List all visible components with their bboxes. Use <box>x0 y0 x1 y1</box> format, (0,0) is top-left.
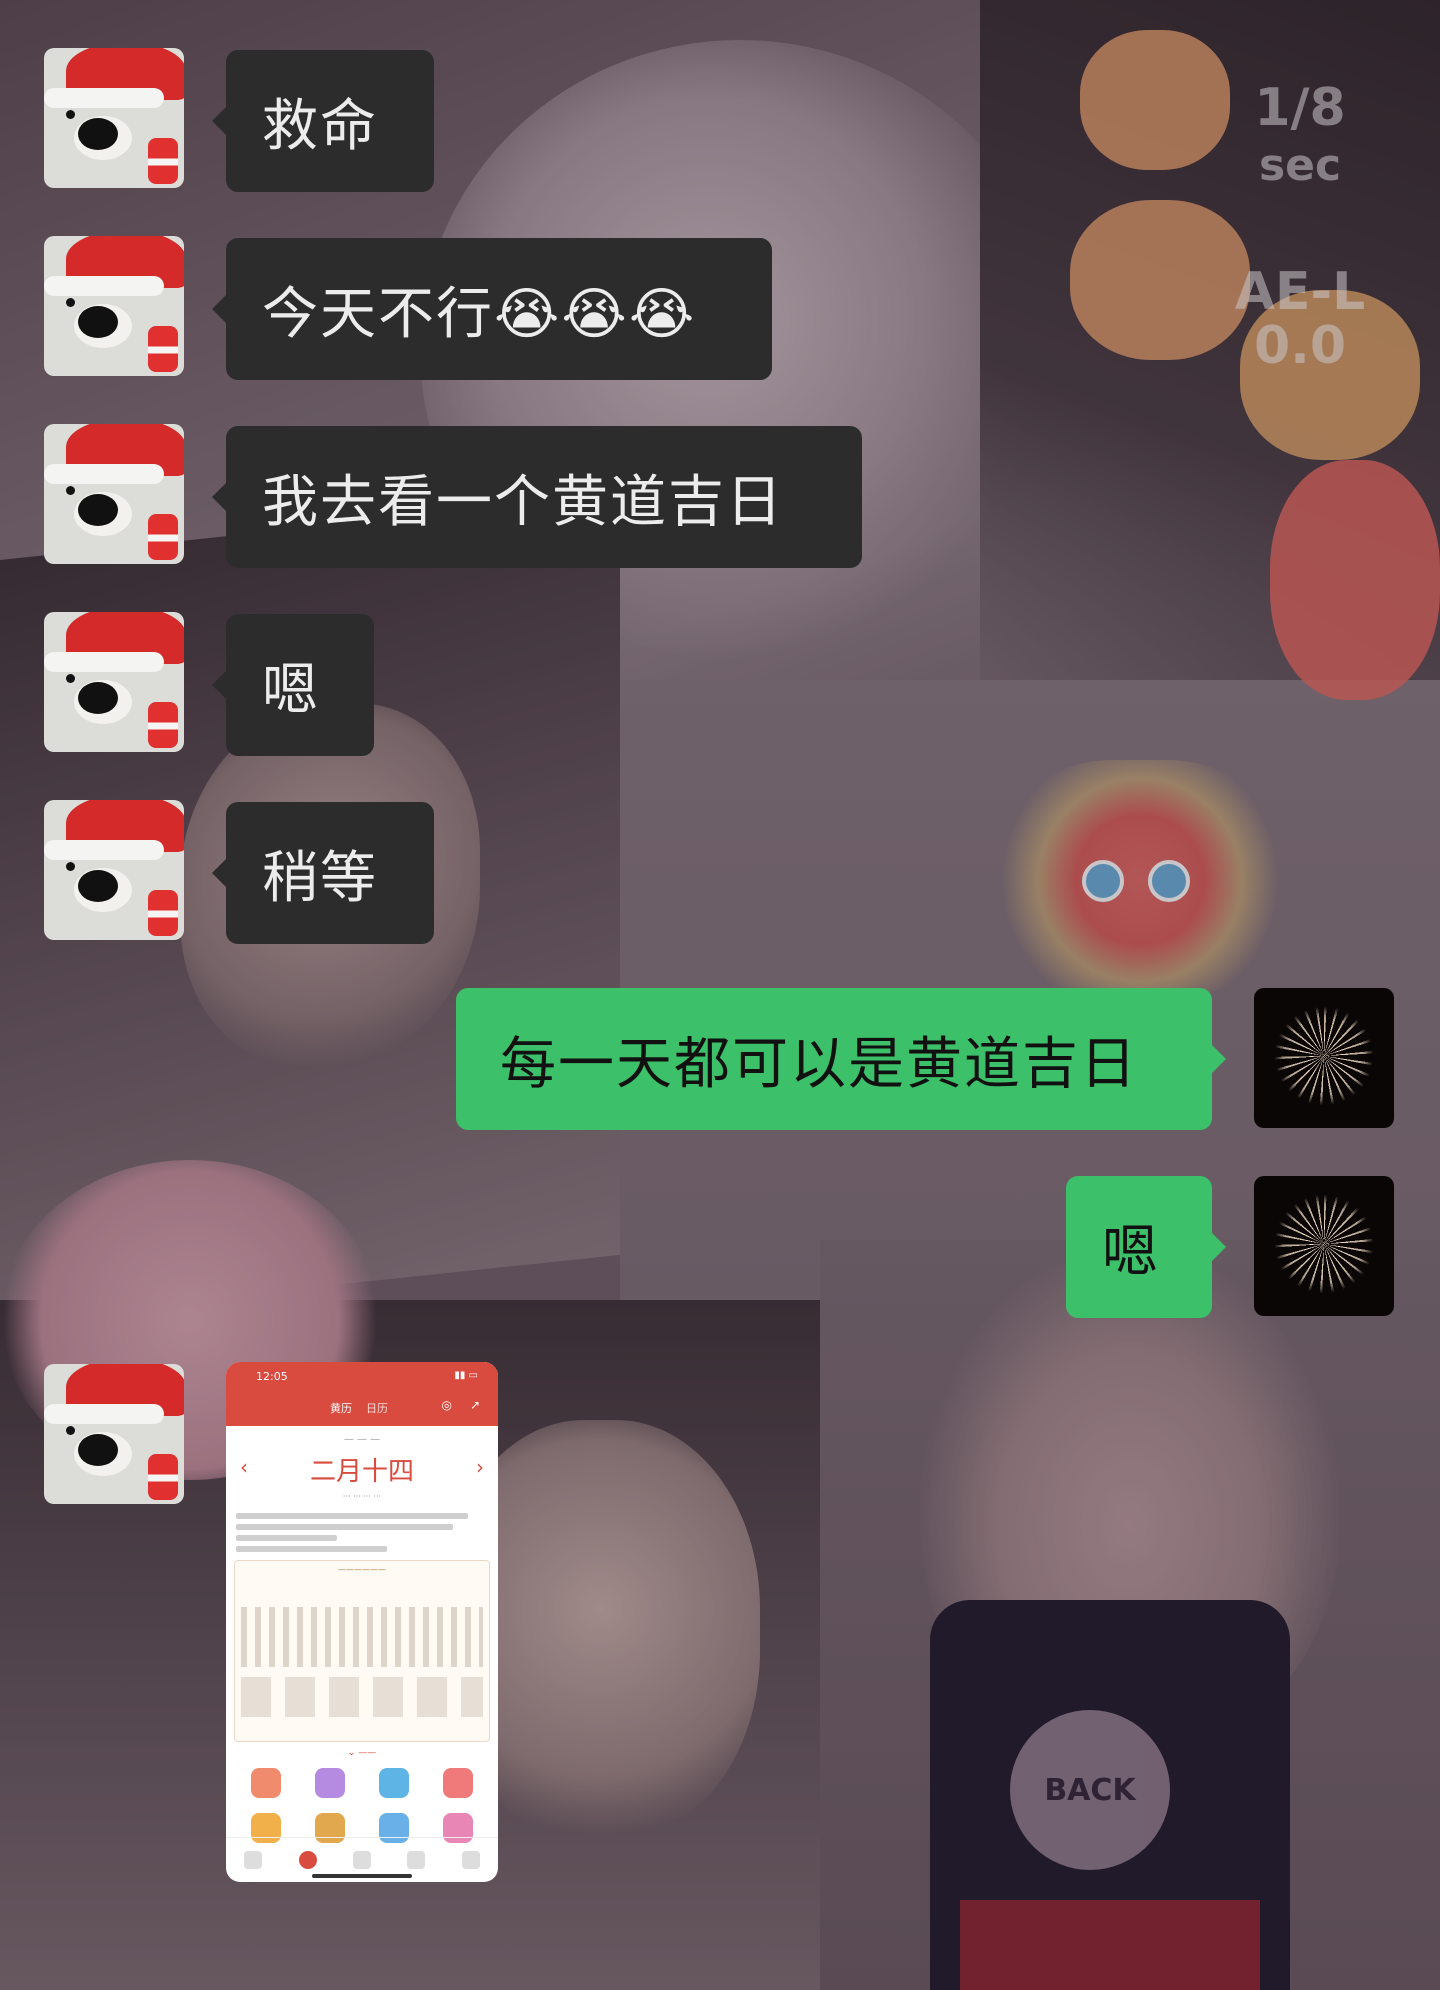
image-message-calendar-screenshot[interactable]: 12:05 ▮▮ ▭ 黄历 日历 ◎ ↗ — — — ‹ 二月十四 › ··· … <box>226 1362 498 1882</box>
yi-ji-list <box>236 1513 488 1552</box>
message-bubble-incoming[interactable]: 嗯 <box>212 614 374 756</box>
date-subline: — — — <box>343 1434 381 1445</box>
fireworks-icon <box>1274 1194 1374 1294</box>
message-bubble-incoming[interactable]: 稍等 <box>212 802 434 944</box>
message-bubble-outgoing[interactable]: 嗯 <box>1066 1176 1226 1318</box>
tab-icon-active <box>298 1851 317 1869</box>
tab-almanac: 黄历 <box>330 1402 352 1415</box>
tab-calendar: 日历 <box>366 1402 388 1415</box>
app-grid <box>234 1768 490 1846</box>
contact-avatar[interactable] <box>44 1364 184 1504</box>
almanac-grid <box>241 1677 483 1717</box>
santa-figure <box>148 138 178 184</box>
message-bubble-incoming[interactable]: 我去看一个黄道吉日 <box>212 426 862 568</box>
dog-nose <box>78 118 118 150</box>
more-link: ⌄ —— <box>347 1748 377 1758</box>
app-icon <box>362 1768 426 1801</box>
signal-battery-icon: ▮▮ ▭ <box>454 1370 478 1381</box>
almanac-grid <box>241 1607 483 1667</box>
prev-day-icon: ‹ <box>240 1455 248 1479</box>
app-icon <box>234 1768 298 1801</box>
message-bubble-incoming[interactable]: 救命 <box>212 50 434 192</box>
my-avatar[interactable] <box>1254 1176 1394 1316</box>
contact-avatar[interactable] <box>44 236 184 376</box>
lunar-date-row: ‹ 二月十四 › <box>226 1451 498 1488</box>
app-icon <box>426 1768 490 1801</box>
next-day-icon: › <box>476 1455 484 1479</box>
fireworks-icon <box>1274 1006 1374 1106</box>
almanac-detail-panel: —————— <box>234 1560 490 1742</box>
settings-icon: ◎ <box>441 1398 452 1412</box>
lunar-date: 二月十四 <box>309 1457 414 1487</box>
tab-icon <box>352 1851 371 1869</box>
tab-icon <box>461 1851 480 1869</box>
my-avatar[interactable] <box>1254 988 1394 1128</box>
message-bubble-outgoing[interactable]: 每一天都可以是黄道吉日 <box>456 988 1226 1130</box>
contact-avatar[interactable] <box>44 424 184 564</box>
tab-icon <box>407 1851 426 1869</box>
calendar-header: 12:05 ▮▮ ▭ 黄历 日历 ◎ ↗ <box>226 1362 498 1426</box>
contact-avatar[interactable] <box>44 612 184 752</box>
message-bubble-incoming[interactable]: 今天不行😭😭😭 <box>212 238 772 380</box>
app-icon <box>298 1768 362 1801</box>
home-indicator <box>312 1874 412 1878</box>
ganzhi-line: ··· ··· ··· ··· <box>342 1492 382 1501</box>
status-time: 12:05 <box>256 1370 288 1383</box>
contact-avatar[interactable] <box>44 48 184 188</box>
contact-avatar[interactable] <box>44 800 184 940</box>
share-icon: ↗ <box>469 1398 480 1412</box>
tab-icon <box>244 1851 263 1869</box>
